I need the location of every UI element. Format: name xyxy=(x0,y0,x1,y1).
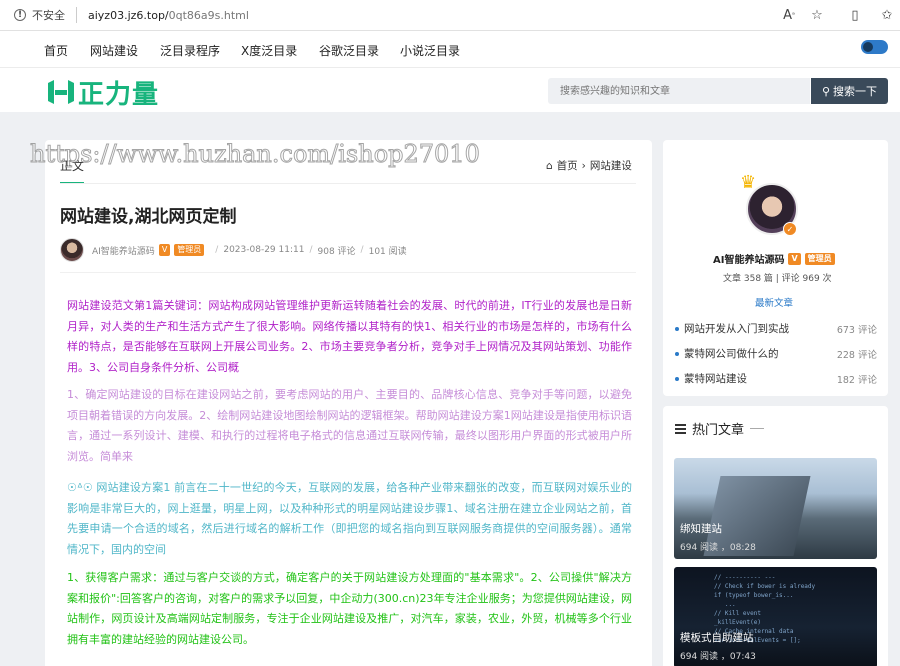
url-host: aiyz03.jz6.top/ xyxy=(88,8,169,22)
toggle-knob xyxy=(863,42,873,52)
split-screen-icon[interactable]: ▯ xyxy=(846,6,864,24)
theme-toggle[interactable] xyxy=(861,40,888,54)
logo-icon xyxy=(48,80,74,104)
read-aloud-icon[interactable]: Aᵃ xyxy=(780,6,798,24)
hot-article-card[interactable]: 绑知建站 694 阅读 ，08:28 xyxy=(674,458,877,559)
breadcrumb-category[interactable]: 网站建设 xyxy=(590,158,632,173)
verified-icon: ✓ xyxy=(783,222,797,236)
meta-divider xyxy=(60,272,636,273)
breadcrumb: ⌂ 首页 › 网站建设 xyxy=(546,158,632,173)
url-path: 0qt86a9s.html xyxy=(168,8,249,22)
article-paragraph: 网站建设范文第1篇关键词：网站构成网站管理维护更新运转随着社会的发展、时代的前进… xyxy=(67,299,632,374)
meta-separator: / xyxy=(215,245,219,255)
article-meta: AI智能养站源码 V 管理员 / 2023-08-29 11:11 / 908 … xyxy=(60,238,407,262)
nav-item-novel-directory[interactable]: 小说泛目录 xyxy=(400,42,460,59)
search-button[interactable]: ⚲ 搜索一下 xyxy=(811,78,888,104)
breadcrumb-separator: › xyxy=(581,159,586,172)
list-item[interactable]: 网站开发从入门到实战 673 评论 xyxy=(675,316,877,341)
list-icon xyxy=(675,423,686,434)
logo-text: 正力量 xyxy=(78,79,160,110)
search-icon: ⚲ xyxy=(821,85,831,98)
article-paragraph: 1、获得客户需求：通过与客户交谈的方式，确定客户的关于网站建设方处理面的"基本需… xyxy=(67,571,632,646)
breadcrumb-home[interactable]: 首页 xyxy=(557,158,578,173)
article-reads: 101 阅读 xyxy=(368,246,407,257)
article-paragraph: 1、确定网站建设的目标在建设网站之前，要考虑网站的用户、主要目的、品牌核心信息、… xyxy=(67,388,632,463)
list-item-title: 蒙特网站建设 xyxy=(675,371,747,386)
hot-article-meta: 694 阅读 ，07:43 xyxy=(680,652,756,662)
verified-badge: V xyxy=(158,244,171,256)
nav-item-website[interactable]: 网站建设 xyxy=(90,42,138,59)
favorite-star-icon[interactable]: ☆ xyxy=(808,6,826,24)
nav-item-google-directory[interactable]: 谷歌泛目录 xyxy=(319,42,379,59)
article-paragraph: ☉ᐞ☉ 网站建设方案1 前言在二十一世纪的今天，互联网的发展，给各种产业带来翻张… xyxy=(67,481,632,556)
hot-articles-heading: 热门文章 xyxy=(675,419,765,438)
list-item[interactable]: 蒙特网站建设 182 评论 xyxy=(675,366,877,391)
article-date: 2023-08-29 11:11 xyxy=(223,245,305,255)
nav-item-x-directory[interactable]: X度泛目录 xyxy=(241,42,297,59)
url-field[interactable]: aiyz03.jz6.top/0qt86a9s.html xyxy=(88,9,249,22)
profile-name[interactable]: AI智能养站源码 xyxy=(713,251,784,266)
nav-item-fan-directory[interactable]: 泛目录程序 xyxy=(160,42,220,59)
list-item-count: 228 评论 xyxy=(836,349,877,361)
article-title: 网站建设,湖北网页定制 xyxy=(60,207,237,227)
list-item[interactable]: 蒙特网公司做什么的 228 评论 xyxy=(675,341,877,366)
list-item-title: 网站开发从入门到实战 xyxy=(675,321,789,336)
meta-separator: / xyxy=(360,245,364,255)
article-comments: 908 评论 xyxy=(317,246,356,257)
verified-badge: V xyxy=(788,252,801,265)
author-name[interactable]: AI智能养站源码 xyxy=(92,244,155,257)
top-nav: 首页 网站建设 泛目录程序 X度泛目录 谷歌泛目录 小说泛目录 xyxy=(0,31,900,68)
divider xyxy=(76,7,77,23)
list-item-count: 182 评论 xyxy=(836,374,877,386)
profile-stats: 文章 358 篇 | 评论 969 次 xyxy=(723,274,832,284)
latest-articles-list: 网站开发从入门到实战 673 评论 蒙特网公司做什么的 228 评论 蒙特网站建设 1… xyxy=(675,316,877,391)
author-avatar[interactable] xyxy=(60,238,84,262)
warning-icon: ! xyxy=(14,9,26,21)
hot-articles-title: 热门文章 xyxy=(692,423,745,438)
hot-article-meta: 694 阅读 ，08:28 xyxy=(680,543,756,553)
tab-divider xyxy=(60,183,636,184)
home-icon: ⌂ xyxy=(546,159,553,172)
tab-article[interactable]: 正文 xyxy=(60,157,85,184)
list-item-title: 蒙特网公司做什么的 xyxy=(675,346,779,361)
hot-article-title: 绑知建站 xyxy=(680,523,722,535)
site-logo[interactable]: 正力量 xyxy=(46,77,159,110)
search-button-label: 搜索一下 xyxy=(833,86,878,98)
favorites-icon[interactable]: ✩ xyxy=(878,6,896,24)
hot-article-card[interactable]: // ---------- --- // Check if bower is a… xyxy=(674,567,877,666)
search-input[interactable] xyxy=(548,78,810,104)
security-label: 不安全 xyxy=(32,9,65,22)
latest-articles-label: 最新文章 xyxy=(755,298,794,309)
security-indicator[interactable]: ! 不安全 xyxy=(14,7,65,23)
admin-badge: 管理员 xyxy=(174,244,205,256)
profile-name-row: AI智能养站源码 V 管理员 xyxy=(713,251,841,266)
nav-item-home[interactable]: 首页 xyxy=(44,42,68,59)
meta-separator: / xyxy=(309,245,313,255)
hot-article-title: 模板式自助建站 xyxy=(680,632,754,644)
list-item-count: 673 评论 xyxy=(836,324,877,336)
address-bar: ! 不安全 aiyz03.jz6.top/0qt86a9s.html xyxy=(0,0,900,31)
admin-badge: 管理员 xyxy=(804,252,835,265)
heading-line xyxy=(750,428,765,429)
